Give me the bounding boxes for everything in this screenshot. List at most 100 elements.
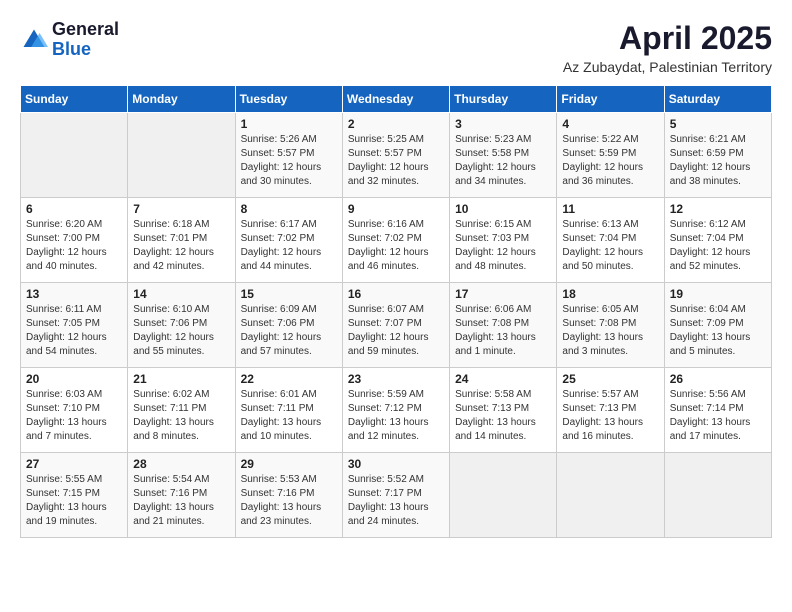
cell-info: Sunrise: 5:53 AM Sunset: 7:16 PM Dayligh… xyxy=(241,473,337,529)
calendar-cell: 30 Sunrise: 5:52 AM Sunset: 7:17 PM Dayli… xyxy=(342,453,449,538)
calendar-cell: 22 Sunrise: 6:01 AM Sunset: 7:11 PM Dayli… xyxy=(235,368,342,453)
day-number: 13 xyxy=(26,287,122,301)
day-number: 19 xyxy=(670,287,766,301)
cell-info: Sunrise: 5:56 AM Sunset: 7:14 PM Dayligh… xyxy=(670,388,766,444)
calendar-cell: 3 Sunrise: 5:23 AM Sunset: 5:58 PM Daylig… xyxy=(450,113,557,198)
cell-info: Sunrise: 6:12 AM Sunset: 7:04 PM Dayligh… xyxy=(670,218,766,274)
calendar-cell: 7 Sunrise: 6:18 AM Sunset: 7:01 PM Daylig… xyxy=(128,198,235,283)
day-number: 30 xyxy=(348,457,444,471)
calendar-cell: 23 Sunrise: 5:59 AM Sunset: 7:12 PM Dayli… xyxy=(342,368,449,453)
week-row-5: 27 Sunrise: 5:55 AM Sunset: 7:15 PM Dayli… xyxy=(21,453,772,538)
logo-blue-text: Blue xyxy=(52,39,91,59)
cell-info: Sunrise: 6:21 AM Sunset: 6:59 PM Dayligh… xyxy=(670,133,766,189)
cell-info: Sunrise: 5:54 AM Sunset: 7:16 PM Dayligh… xyxy=(133,473,229,529)
cell-info: Sunrise: 5:58 AM Sunset: 7:13 PM Dayligh… xyxy=(455,388,551,444)
week-row-1: 1Sunrise: 5:26 AM Sunset: 5:57 PM Daylig… xyxy=(21,113,772,198)
cell-info: Sunrise: 5:23 AM Sunset: 5:58 PM Dayligh… xyxy=(455,133,551,189)
week-row-2: 6 Sunrise: 6:20 AM Sunset: 7:00 PM Daylig… xyxy=(21,198,772,283)
cell-info: Sunrise: 6:03 AM Sunset: 7:10 PM Dayligh… xyxy=(26,388,122,444)
calendar-cell: 15 Sunrise: 6:09 AM Sunset: 7:06 PM Dayli… xyxy=(235,283,342,368)
calendar-cell: 21Sunrise: 6:02 AM Sunset: 7:11 PM Dayli… xyxy=(128,368,235,453)
day-number: 24 xyxy=(455,372,551,386)
cell-info: Sunrise: 6:01 AM Sunset: 7:11 PM Dayligh… xyxy=(241,388,337,444)
weekday-header-thursday: Thursday xyxy=(450,86,557,113)
calendar-cell: 29 Sunrise: 5:53 AM Sunset: 7:16 PM Dayli… xyxy=(235,453,342,538)
calendar-cell: 9 Sunrise: 6:16 AM Sunset: 7:02 PM Daylig… xyxy=(342,198,449,283)
day-number: 27 xyxy=(26,457,122,471)
cell-info: Sunrise: 5:52 AM Sunset: 7:17 PM Dayligh… xyxy=(348,473,444,529)
weekday-header-tuesday: Tuesday xyxy=(235,86,342,113)
month-title: April 2025 xyxy=(563,20,772,57)
calendar-cell: 26 Sunrise: 5:56 AM Sunset: 7:14 PM Dayli… xyxy=(664,368,771,453)
cell-info: Sunrise: 6:11 AM Sunset: 7:05 PM Dayligh… xyxy=(26,303,122,359)
calendar-cell: 17 Sunrise: 6:06 AM Sunset: 7:08 PM Dayli… xyxy=(450,283,557,368)
day-number: 18 xyxy=(562,287,658,301)
day-number: 20 xyxy=(26,372,122,386)
logo-text: General Blue xyxy=(52,20,119,60)
cell-info: Sunrise: 6:13 AM Sunset: 7:04 PM Dayligh… xyxy=(562,218,658,274)
weekday-header-row: SundayMondayTuesdayWednesdayThursdayFrid… xyxy=(21,86,772,113)
day-number: 29 xyxy=(241,457,337,471)
logo-general-text: General xyxy=(52,19,119,39)
week-row-4: 20 Sunrise: 6:03 AM Sunset: 7:10 PM Dayli… xyxy=(21,368,772,453)
day-number: 9 xyxy=(348,202,444,216)
weekday-header-saturday: Saturday xyxy=(664,86,771,113)
cell-info: Sunrise: 6:04 AM Sunset: 7:09 PM Dayligh… xyxy=(670,303,766,359)
calendar-cell: 13 Sunrise: 6:11 AM Sunset: 7:05 PM Dayli… xyxy=(21,283,128,368)
calendar-cell: 6 Sunrise: 6:20 AM Sunset: 7:00 PM Daylig… xyxy=(21,198,128,283)
cell-info: Sunrise: 6:09 AM Sunset: 7:06 PM Dayligh… xyxy=(241,303,337,359)
cell-info: Sunrise: 5:59 AM Sunset: 7:12 PM Dayligh… xyxy=(348,388,444,444)
calendar-cell: 2Sunrise: 5:25 AM Sunset: 5:57 PM Daylig… xyxy=(342,113,449,198)
cell-info: Sunrise: 6:06 AM Sunset: 7:08 PM Dayligh… xyxy=(455,303,551,359)
calendar-cell: 10Sunrise: 6:15 AM Sunset: 7:03 PM Dayli… xyxy=(450,198,557,283)
day-number: 11 xyxy=(562,202,658,216)
logo: General Blue xyxy=(20,20,119,60)
calendar-table: SundayMondayTuesdayWednesdayThursdayFrid… xyxy=(20,85,772,538)
day-number: 25 xyxy=(562,372,658,386)
day-number: 1 xyxy=(241,117,337,131)
cell-info: Sunrise: 6:16 AM Sunset: 7:02 PM Dayligh… xyxy=(348,218,444,274)
cell-info: Sunrise: 6:05 AM Sunset: 7:08 PM Dayligh… xyxy=(562,303,658,359)
calendar-cell: 16Sunrise: 6:07 AM Sunset: 7:07 PM Dayli… xyxy=(342,283,449,368)
logo-icon xyxy=(20,26,48,54)
cell-info: Sunrise: 6:20 AM Sunset: 7:00 PM Dayligh… xyxy=(26,218,122,274)
cell-info: Sunrise: 5:55 AM Sunset: 7:15 PM Dayligh… xyxy=(26,473,122,529)
calendar-cell: 24 Sunrise: 5:58 AM Sunset: 7:13 PM Dayli… xyxy=(450,368,557,453)
calendar-cell: 19 Sunrise: 6:04 AM Sunset: 7:09 PM Dayli… xyxy=(664,283,771,368)
cell-info: Sunrise: 6:18 AM Sunset: 7:01 PM Dayligh… xyxy=(133,218,229,274)
calendar-cell xyxy=(557,453,664,538)
day-number: 23 xyxy=(348,372,444,386)
day-number: 17 xyxy=(455,287,551,301)
cell-info: Sunrise: 5:22 AM Sunset: 5:59 PM Dayligh… xyxy=(562,133,658,189)
day-number: 5 xyxy=(670,117,766,131)
day-number: 10 xyxy=(455,202,551,216)
calendar-cell: 18 Sunrise: 6:05 AM Sunset: 7:08 PM Dayli… xyxy=(557,283,664,368)
calendar-cell: 12Sunrise: 6:12 AM Sunset: 7:04 PM Dayli… xyxy=(664,198,771,283)
day-number: 14 xyxy=(133,287,229,301)
calendar-cell: 28 Sunrise: 5:54 AM Sunset: 7:16 PM Dayli… xyxy=(128,453,235,538)
title-area: April 2025 Az Zubaydat, Palestinian Terr… xyxy=(563,20,772,75)
cell-info: Sunrise: 6:02 AM Sunset: 7:11 PM Dayligh… xyxy=(133,388,229,444)
day-number: 7 xyxy=(133,202,229,216)
day-number: 6 xyxy=(26,202,122,216)
day-number: 4 xyxy=(562,117,658,131)
day-number: 26 xyxy=(670,372,766,386)
calendar-cell: 25 Sunrise: 5:57 AM Sunset: 7:13 PM Dayli… xyxy=(557,368,664,453)
calendar-cell: 8Sunrise: 6:17 AM Sunset: 7:02 PM Daylig… xyxy=(235,198,342,283)
calendar-cell: 20 Sunrise: 6:03 AM Sunset: 7:10 PM Dayli… xyxy=(21,368,128,453)
week-row-3: 13 Sunrise: 6:11 AM Sunset: 7:05 PM Dayli… xyxy=(21,283,772,368)
cell-info: Sunrise: 5:57 AM Sunset: 7:13 PM Dayligh… xyxy=(562,388,658,444)
calendar-cell: 1Sunrise: 5:26 AM Sunset: 5:57 PM Daylig… xyxy=(235,113,342,198)
day-number: 3 xyxy=(455,117,551,131)
day-number: 15 xyxy=(241,287,337,301)
day-number: 8 xyxy=(241,202,337,216)
calendar-cell: 27 Sunrise: 5:55 AM Sunset: 7:15 PM Dayli… xyxy=(21,453,128,538)
calendar-cell xyxy=(128,113,235,198)
weekday-header-monday: Monday xyxy=(128,86,235,113)
weekday-header-wednesday: Wednesday xyxy=(342,86,449,113)
day-number: 22 xyxy=(241,372,337,386)
calendar-cell: 4 Sunrise: 5:22 AM Sunset: 5:59 PM Daylig… xyxy=(557,113,664,198)
cell-info: Sunrise: 6:10 AM Sunset: 7:06 PM Dayligh… xyxy=(133,303,229,359)
day-number: 28 xyxy=(133,457,229,471)
header: General Blue April 2025 Az Zubaydat, Pal… xyxy=(20,20,772,75)
